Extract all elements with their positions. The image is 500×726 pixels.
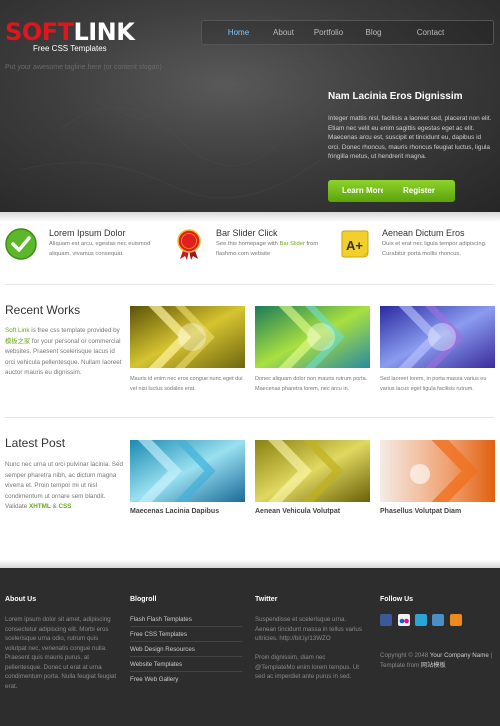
nav-home[interactable]: Home [216, 28, 261, 37]
recent-works-title: Recent Works [5, 303, 81, 317]
footer-shadow [0, 560, 500, 568]
twitter-title: Twitter [255, 596, 278, 603]
blogroll-link[interactable]: Free Web Gallery [130, 672, 242, 687]
work-thumbnail-2[interactable] [255, 306, 370, 368]
recent-works-intro: Soft Link is free css template provided … [5, 327, 122, 376]
award-badge-icon [177, 229, 201, 260]
feature-title: Aenean Dictum Eros [382, 228, 465, 238]
nav-about[interactable]: About [261, 28, 306, 37]
divider [5, 417, 494, 418]
header: SOFTLINK Free CSS Templates Home About P… [0, 0, 500, 212]
copyright: Copyright © 2048 Your Company Name | Tem… [380, 652, 493, 669]
feature-text: Aliquam est arcu, egestas nec euismod al… [49, 241, 151, 257]
register-button[interactable]: Register [383, 180, 455, 202]
about-us-text: Lorem ipsum dolor sit amet, adipiscing c… [5, 616, 117, 690]
logo-link: LINK [73, 18, 135, 46]
tweet: Proin dignissim, diam nec @TemplateMo en… [255, 654, 359, 680]
feature-text: Duis et erat nec ligula tempor adipiscin… [382, 241, 487, 257]
twitter-icon[interactable] [415, 614, 427, 626]
nav-portfolio[interactable]: Portfolio [306, 28, 351, 37]
hero-title: Nam Lacinia Eros Dignissim [328, 91, 463, 102]
work-caption: Mauris id enim nec eros congue nunc eget… [130, 376, 243, 392]
divider [5, 284, 494, 285]
post-thumbnail-2[interactable] [255, 440, 370, 502]
nav-blog[interactable]: Blog [351, 28, 396, 37]
company-link[interactable]: Your Company Name [430, 652, 489, 659]
feature-text: See this homepage with Bar Slider from f… [216, 241, 319, 257]
checkmark-icon [5, 228, 37, 260]
post-title[interactable]: Aenean Vehicula Volutpat [255, 508, 340, 515]
template-site-link[interactable]: 网站模板 [421, 662, 446, 669]
flickr-icon[interactable] [398, 614, 410, 626]
bar-slider-link[interactable]: Bar Slider [279, 241, 304, 247]
blogroll-link[interactable]: Website Templates [130, 657, 242, 672]
logo-soft: SOFT [5, 18, 74, 46]
blogroll-link[interactable]: Flash Flash Templates [130, 612, 242, 627]
site-logo[interactable]: SOFTLINK Free CSS Templates [5, 18, 135, 53]
work-caption: Donec aliquam dolor non mauris rutrum po… [255, 376, 368, 392]
blogroll-link[interactable]: Web Design Resources [130, 642, 242, 657]
latest-post-title: Latest Post [5, 436, 66, 450]
post-title[interactable]: Maecenas Lacinia Dapibus [130, 508, 219, 515]
work-thumbnail-1[interactable] [130, 306, 245, 368]
work-thumbnail-3[interactable] [380, 306, 495, 368]
xhtml-link[interactable]: XHTML [29, 503, 51, 510]
tagline: Put your awesome tagline here (or conten… [5, 64, 162, 71]
rss-icon[interactable] [450, 614, 462, 626]
soft-link-link[interactable]: Soft Link [5, 327, 30, 334]
nav-contact[interactable]: Contact [408, 28, 453, 37]
post-thumbnail-1[interactable] [130, 440, 245, 502]
svg-text:A+: A+ [346, 238, 363, 253]
post-thumbnail-3[interactable] [380, 440, 495, 502]
feature-title: Lorem Ipsum Dolor [49, 228, 126, 238]
blogroll-title: Blogroll [130, 596, 157, 603]
css-link[interactable]: CSS [58, 503, 71, 510]
about-us-title: About Us [5, 596, 37, 603]
work-caption: Sed laoreet lorem, in porta massa varius… [380, 376, 487, 392]
post-title[interactable]: Phasellus Volutpat Diam [380, 508, 461, 515]
blog-icon[interactable] [432, 614, 444, 626]
tweet: Suspendisse et scelerisque urna. Aenean … [255, 616, 362, 642]
main-nav: Home About Portfolio Blog Contact [201, 20, 494, 45]
grade-a-plus-icon: A+ [341, 230, 369, 258]
header-shadow [0, 212, 500, 222]
blogroll-link[interactable]: Free CSS Templates [130, 627, 242, 642]
facebook-icon[interactable] [380, 614, 392, 626]
latest-post-intro: Nunc nec urna ut orci pulvinar lacinia. … [5, 461, 123, 510]
template-site-link[interactable]: 模板之家 [5, 338, 30, 345]
hero-text: Integer mattis nisl, facilisis a laoreet… [328, 115, 492, 160]
follow-us-title: Follow Us [380, 596, 414, 603]
feature-title: Bar Slider Click [216, 228, 278, 238]
